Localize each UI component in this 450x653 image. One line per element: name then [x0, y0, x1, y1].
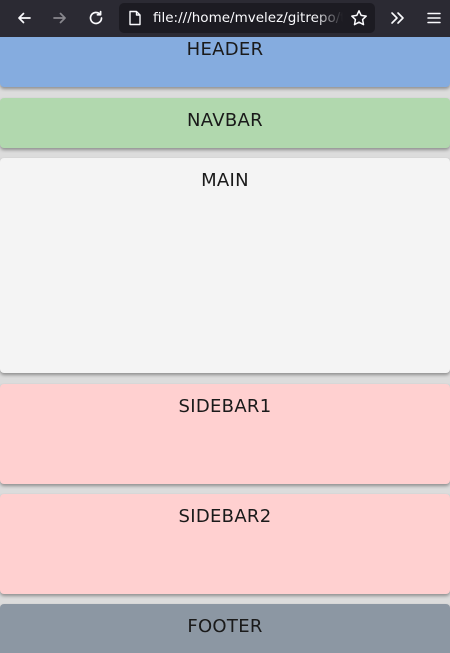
- page-content: HEADER NAVBAR MAIN SIDEBAR1 SIDEBAR2 FOO…: [0, 37, 450, 653]
- reload-icon: [87, 9, 105, 27]
- forward-arrow-icon: [51, 9, 69, 27]
- footer-label: FOOTER: [187, 616, 263, 637]
- footer-block: FOOTER: [0, 604, 450, 653]
- back-arrow-icon: [15, 9, 33, 27]
- browser-toolbar: file:///home/mvelez/gitrepo/ta: [0, 0, 450, 37]
- main-label: MAIN: [201, 170, 249, 191]
- navbar-label: NAVBAR: [187, 110, 263, 131]
- overflow-button[interactable]: [383, 5, 411, 31]
- reload-button[interactable]: [82, 5, 110, 31]
- sidebar1-label: SIDEBAR1: [178, 396, 272, 417]
- sidebar1-block: SIDEBAR1: [0, 384, 450, 484]
- header-label: HEADER: [186, 39, 264, 60]
- sidebar2-block: SIDEBAR2: [0, 494, 450, 594]
- url-text[interactable]: file:///home/mvelez/gitrepo/ta: [153, 3, 343, 33]
- forward-button[interactable]: [46, 5, 74, 31]
- hamburger-menu-icon: [426, 10, 442, 26]
- menu-button[interactable]: [420, 5, 448, 31]
- chevrons-right-icon: [388, 9, 406, 27]
- address-bar[interactable]: file:///home/mvelez/gitrepo/ta: [119, 3, 375, 33]
- header-block: HEADER: [0, 37, 450, 87]
- sidebar2-label: SIDEBAR2: [178, 506, 272, 527]
- navbar-block: NAVBAR: [0, 98, 450, 148]
- star-icon[interactable]: [349, 8, 369, 28]
- main-block: MAIN: [0, 158, 450, 373]
- back-button[interactable]: [10, 5, 38, 31]
- page-icon: [127, 10, 143, 26]
